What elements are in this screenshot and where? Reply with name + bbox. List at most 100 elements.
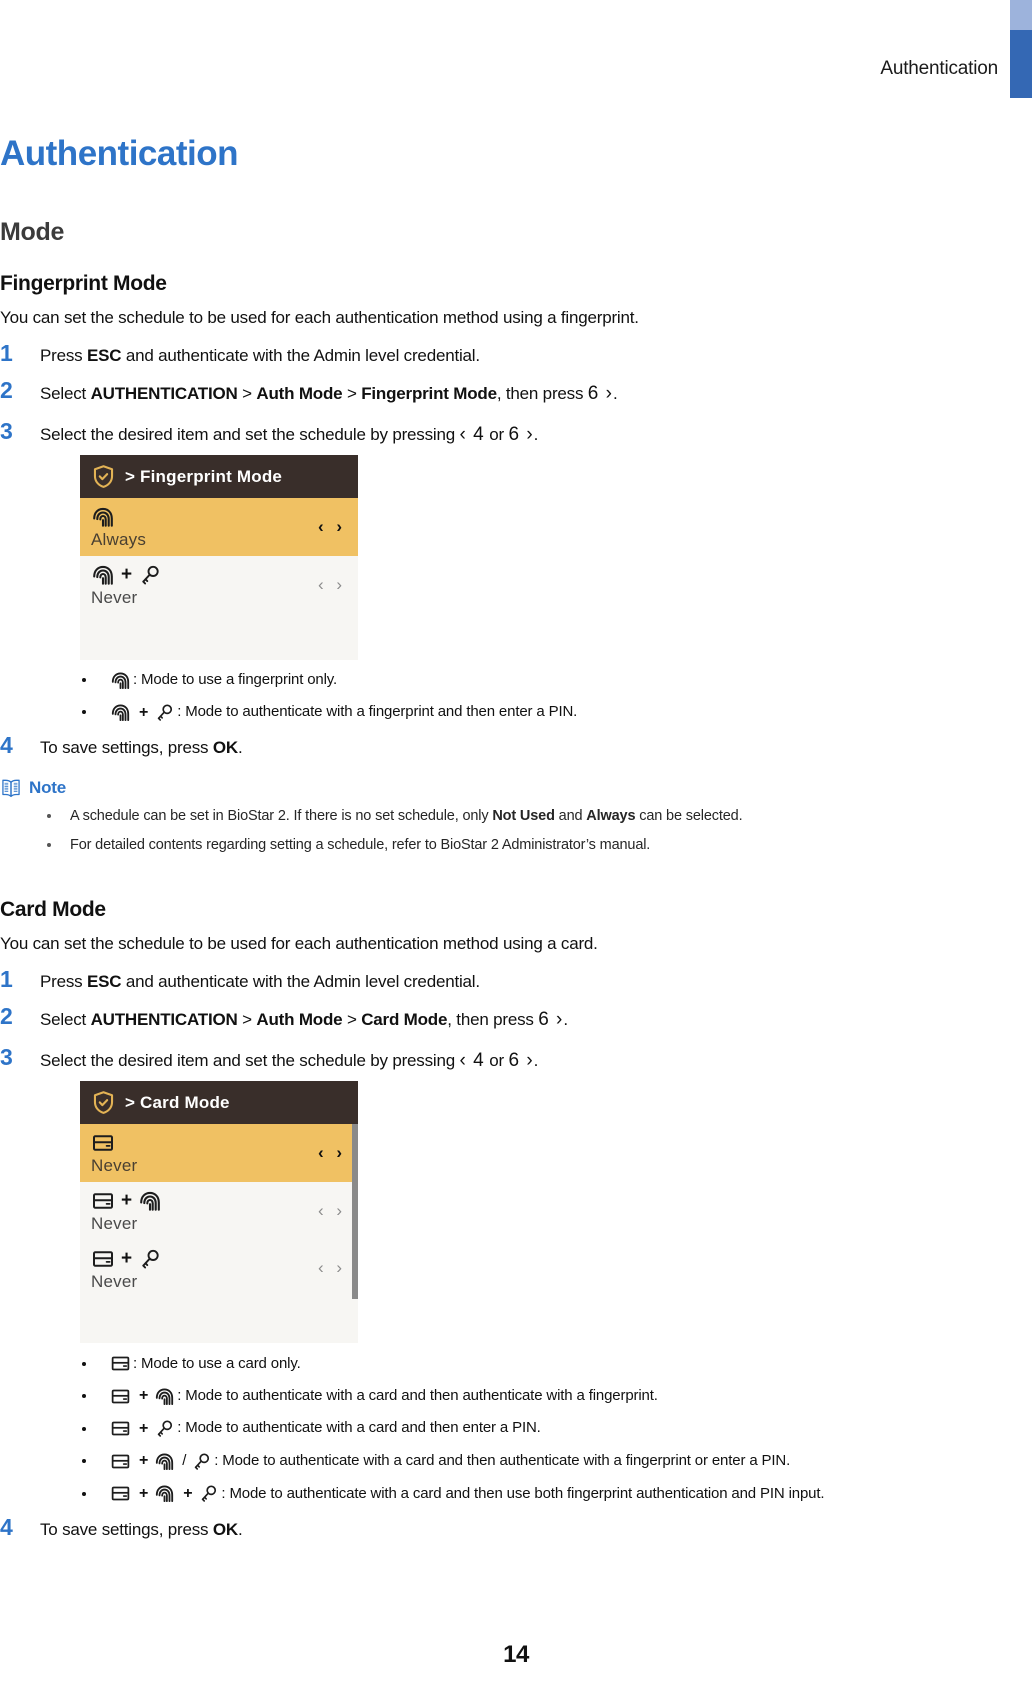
- key-icon: [154, 702, 175, 723]
- plus-icon: +: [121, 1248, 133, 1270]
- card-mode-s1-part-2: >: [237, 1010, 257, 1030]
- device-scrollbar[interactable]: [352, 1124, 358, 1300]
- device-row-value: Never: [91, 1213, 138, 1233]
- document-page: Authentication Authentication Mode Finge…: [0, 0, 1032, 1687]
- device-screenshot-card-mode: > Card Mode Never ‹ › + Never ‹ › + Never ‹ ›: [80, 1081, 358, 1344]
- plus-icon: +: [139, 1484, 149, 1502]
- key-icon: [154, 1418, 175, 1439]
- fingerprint-icon: [91, 505, 115, 529]
- shield-check-icon: [91, 1090, 116, 1115]
- fingerprint-mode-s2-part-0: Select the desired item and set the sche…: [40, 424, 460, 444]
- card-mode-s2-part-2: or: [484, 1050, 509, 1070]
- device-row-stepper-arrows[interactable]: ‹ ›: [318, 517, 346, 537]
- device-row-value: Never: [91, 1156, 138, 1176]
- fingerprint-icon: [110, 702, 131, 723]
- plus-icon: +: [139, 1419, 149, 1437]
- plus-icon: +: [139, 1387, 149, 1405]
- card-icon: [91, 1247, 115, 1271]
- note-label: Note: [29, 777, 66, 797]
- bullet-dot: [82, 1361, 86, 1366]
- card-icon: [110, 1386, 131, 1407]
- step-item: 3 Select the desired item and set the sch…: [0, 418, 1032, 723]
- device-row-value: Never: [91, 1271, 138, 1291]
- legend-list-card-mode: : Mode to use a card only. +: Mode to aut…: [40, 1353, 1032, 1504]
- running-head: Authentication: [880, 58, 998, 79]
- device-empty-area: [80, 1297, 358, 1344]
- note-book-icon: [0, 777, 22, 799]
- step-number: 3: [0, 1043, 13, 1070]
- key-icon: [138, 1247, 162, 1271]
- fingerprint-mode-s3-part-0: To save settings, press: [40, 738, 213, 758]
- bullet-dot: [82, 678, 86, 683]
- step-text: Select the desired item and set the sche…: [40, 1047, 1032, 1076]
- note-0-part-0: A schedule can be set in BioStar 2. If t…: [70, 807, 493, 824]
- device-row[interactable]: Always ‹ ›: [80, 498, 358, 556]
- section-wrapper: Fingerprint Mode You can set the schedule…: [0, 272, 1032, 864]
- note-0-part-3-bold: Always: [586, 807, 636, 824]
- device-row-left: + Never: [91, 562, 162, 608]
- note-0-part-2: and: [554, 807, 587, 824]
- fingerprint-mode-s1-part-4: >: [342, 384, 362, 404]
- key-icon: [198, 1483, 219, 1504]
- fingerprint-mode-s3-part-2: .: [237, 738, 243, 758]
- device-row-stepper-arrows[interactable]: ‹ ›: [318, 1143, 346, 1163]
- note-item: A schedule can be set in BioStar 2. If t…: [0, 806, 1032, 826]
- fingerprint-mode-s1-part-2: >: [237, 384, 257, 404]
- card-icon: [91, 1131, 115, 1155]
- bullet-dot: [82, 710, 86, 715]
- note-list: A schedule can be set in BioStar 2. If t…: [0, 806, 1032, 856]
- card-mode-s2-part-3-keyglyph: 6 ›: [508, 1049, 534, 1071]
- step-text: Select the desired item and set the sche…: [40, 421, 1032, 450]
- legend-item: + +: Mode to authenticate with a card and…: [40, 1483, 1032, 1505]
- step-number: 2: [0, 377, 13, 404]
- card-mode-s1-part-1-bold: AUTHENTICATION: [90, 1010, 238, 1030]
- steps-list-card-mode: 1 Press ESC and authenticate with the Adm…: [0, 966, 1032, 1542]
- step-text: Press ESC and authenticate with the Admi…: [40, 969, 1032, 995]
- card-icon: [91, 1189, 115, 1213]
- shield-check-icon: [91, 464, 116, 489]
- plus-icon: +: [139, 703, 149, 721]
- fingerprint-mode-s0-part-2: and authenticate with the Admin level cr…: [121, 345, 480, 365]
- device-row-stepper-arrows[interactable]: ‹ ›: [318, 575, 346, 595]
- bullet-dot: [47, 813, 51, 818]
- card-mode-s1-part-6: , then press: [447, 1010, 539, 1030]
- fingerprint-mode-s2-part-4: .: [533, 424, 539, 444]
- note-header: Note: [0, 777, 1032, 799]
- fingerprint-mode-s1-part-5-bold: Fingerprint Mode: [361, 384, 497, 404]
- card-mode-s0-part-0: Press: [40, 971, 87, 991]
- section-lead-card-mode: You can set the schedule to be used for …: [0, 934, 598, 953]
- bullet-dot: [82, 1426, 86, 1431]
- card-icon: [110, 1353, 131, 1374]
- legend-item-text: : Mode to use a fingerprint only.: [133, 670, 338, 688]
- bullet-dot: [82, 1491, 86, 1496]
- device-row-left: Never: [91, 1130, 137, 1176]
- card-mode-s1-part-5-bold: Card Mode: [361, 1010, 448, 1030]
- fingerprint-mode-s3-part-1-bold: OK: [212, 738, 238, 758]
- card-mode-s1-part-8: .: [563, 1010, 568, 1030]
- key-icon: [191, 1451, 212, 1472]
- device-empty-area: [80, 613, 358, 660]
- device-row[interactable]: + Never ‹ ›: [80, 555, 358, 614]
- device-row-stepper-arrows[interactable]: ‹ ›: [318, 1258, 346, 1278]
- card-mode-s2-part-1-keyglyph: ‹ 4: [459, 1049, 485, 1071]
- device-row[interactable]: + Never ‹ ›: [80, 1181, 358, 1240]
- section-fingerprint-mode: Fingerprint Mode You can set the schedule…: [0, 272, 1032, 855]
- device-row[interactable]: + Never ‹ ›: [80, 1239, 358, 1298]
- device-row-stepper-arrows[interactable]: ‹ ›: [318, 1201, 346, 1221]
- step-number: 2: [0, 1003, 13, 1030]
- page-title: Authentication: [0, 134, 238, 173]
- section-lead-fingerprint-mode: You can set the schedule to be used for …: [0, 308, 639, 327]
- step-item: 2 Select AUTHENTICATION > Auth Mode > Fin…: [0, 377, 1032, 409]
- step-text: Press ESC and authenticate with the Admi…: [40, 343, 1032, 369]
- section-heading-mode: Mode: [0, 218, 65, 246]
- card-icon: [110, 1451, 131, 1472]
- device-header: > Fingerprint Mode: [80, 455, 358, 499]
- page-number: 14: [503, 1641, 529, 1668]
- device-row[interactable]: Never ‹ ›: [80, 1124, 358, 1182]
- section-wrapper: Card Mode You can set the schedule to be …: [0, 898, 1032, 1554]
- device-row-icons: +: [91, 1188, 162, 1214]
- fingerprint-mode-s1-part-6: , then press: [496, 384, 588, 404]
- legend-item: : Mode to use a card only.: [40, 1353, 1032, 1374]
- device-row-value: Never: [91, 587, 138, 607]
- card-mode-s2-part-0: Select the desired item and set the sche…: [40, 1050, 460, 1070]
